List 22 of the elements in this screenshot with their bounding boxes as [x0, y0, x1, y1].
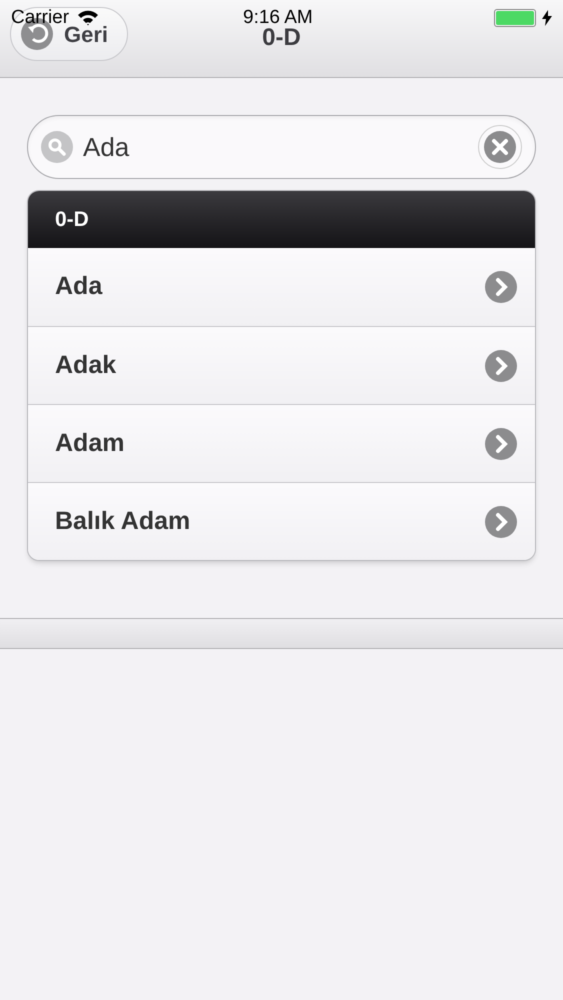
list-item[interactable]: Balık Adam — [28, 482, 535, 560]
wifi-icon — [77, 10, 100, 26]
list-item[interactable]: Adam — [28, 404, 535, 482]
list-item-label: Adam — [55, 428, 124, 459]
search-icon — [41, 131, 73, 163]
list-item[interactable]: Adak — [28, 326, 535, 404]
list-item-label: Balık Adam — [55, 506, 190, 537]
chevron-icon — [485, 506, 517, 538]
list-item-label: Adak — [55, 350, 116, 381]
clear-button[interactable] — [478, 125, 522, 169]
list-item[interactable]: Ada — [28, 248, 535, 326]
list-header-title: 0-D — [55, 206, 89, 233]
search-field[interactable]: Ada — [27, 115, 536, 179]
battery-icon — [494, 9, 536, 27]
chevron-icon — [485, 428, 517, 460]
list-item-label: Ada — [55, 271, 102, 302]
close-icon — [484, 131, 516, 163]
chevron-icon — [485, 350, 517, 382]
chevron-icon — [485, 271, 517, 303]
charging-icon — [542, 10, 552, 26]
carrier-label: Carrier — [11, 6, 70, 28]
search-input[interactable]: Ada — [83, 128, 468, 166]
